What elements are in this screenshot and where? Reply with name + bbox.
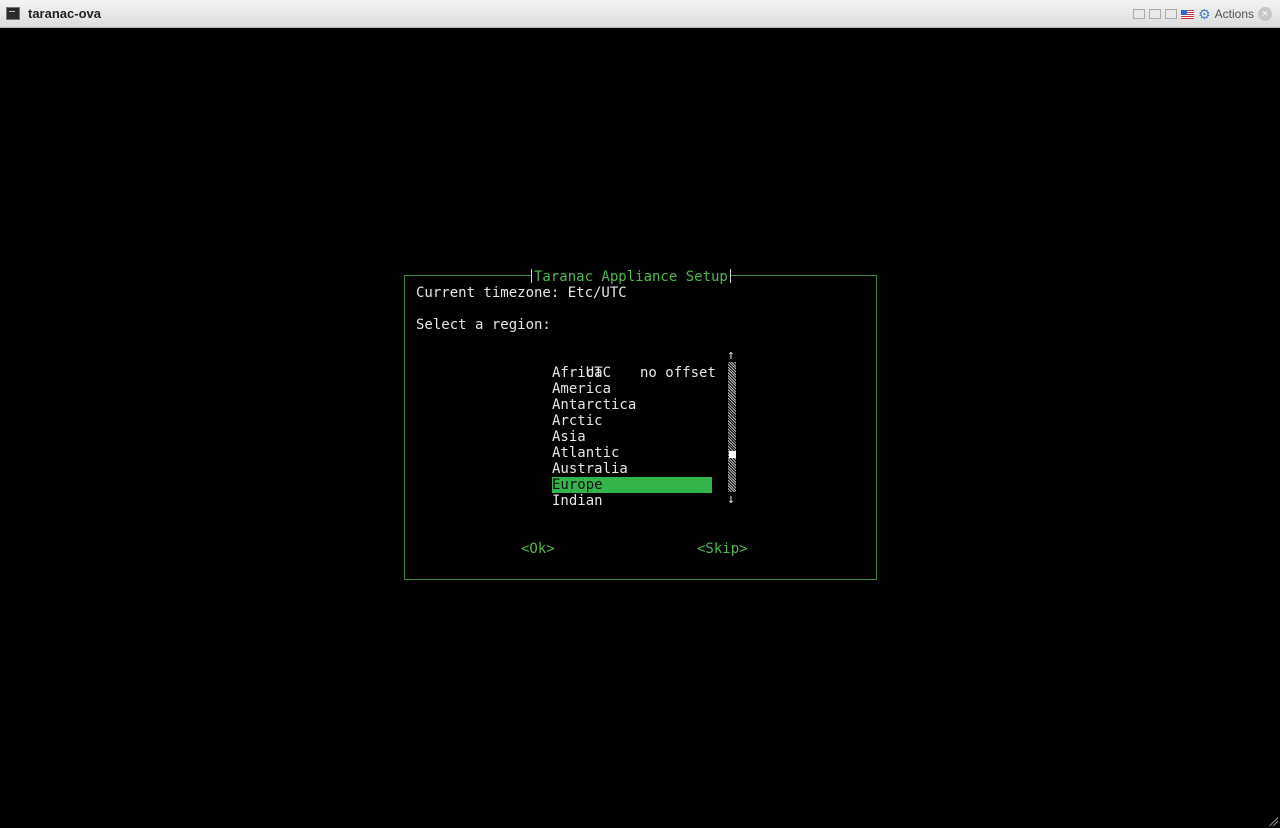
region-name: America — [552, 381, 612, 397]
list-item[interactable]: Africa — [552, 365, 712, 381]
list-item-selected[interactable]: Europe — [552, 477, 712, 493]
gear-icon[interactable]: ⚙ — [1198, 7, 1211, 21]
list-item[interactable]: Atlantic — [552, 445, 712, 461]
keyboard-layout-flag-icon[interactable] — [1181, 9, 1195, 19]
region-prompt: Select a region: — [416, 317, 551, 333]
scroll-down-arrow-icon[interactable]: ↓ — [727, 492, 735, 508]
region-name: Asia — [552, 429, 586, 445]
region-name: Africa — [552, 365, 603, 381]
titlebar-controls: ⚙ Actions × — [1133, 5, 1272, 23]
actions-menu[interactable]: Actions — [1215, 7, 1254, 21]
window-titlebar: taranac-ova ⚙ Actions × — [0, 0, 1280, 28]
region-name: Atlantic — [552, 445, 620, 461]
dialog-title: Taranac Appliance Setup — [531, 267, 731, 287]
skip-button[interactable]: <Skip> — [697, 541, 748, 557]
list-item[interactable]: Antarctica — [552, 397, 712, 413]
terminal-app-icon — [6, 7, 20, 20]
list-item[interactable]: America — [552, 381, 712, 397]
region-name: Arctic — [552, 413, 603, 429]
resize-grip-icon[interactable] — [1268, 816, 1278, 826]
region-name: Australia — [552, 461, 628, 477]
region-name: Antarctica — [552, 397, 637, 413]
list-item[interactable]: Arctic — [552, 413, 712, 429]
close-icon[interactable]: × — [1258, 7, 1272, 21]
send-keys-icon[interactable] — [1133, 9, 1146, 19]
window-title: taranac-ova — [28, 6, 101, 21]
region-name: Indian — [552, 493, 603, 509]
list-item[interactable]: UTC no offset — [552, 349, 716, 381]
scrollbar-thumb[interactable] — [729, 451, 736, 458]
screenshot-icon[interactable] — [1149, 9, 1162, 19]
ok-button[interactable]: <Ok> — [521, 541, 555, 557]
scrollbar-track[interactable] — [728, 362, 736, 492]
fullscreen-icon[interactable] — [1165, 9, 1178, 19]
list-item[interactable]: Asia — [552, 429, 712, 445]
current-timezone-text: Current timezone: Etc/UTC — [416, 285, 627, 301]
list-item[interactable]: Australia — [552, 461, 712, 477]
region-name: Europe — [552, 477, 603, 493]
region-list[interactable]: UTC no offset Africa America Antarctica A… — [552, 349, 716, 509]
list-item[interactable]: Indian — [552, 493, 712, 509]
